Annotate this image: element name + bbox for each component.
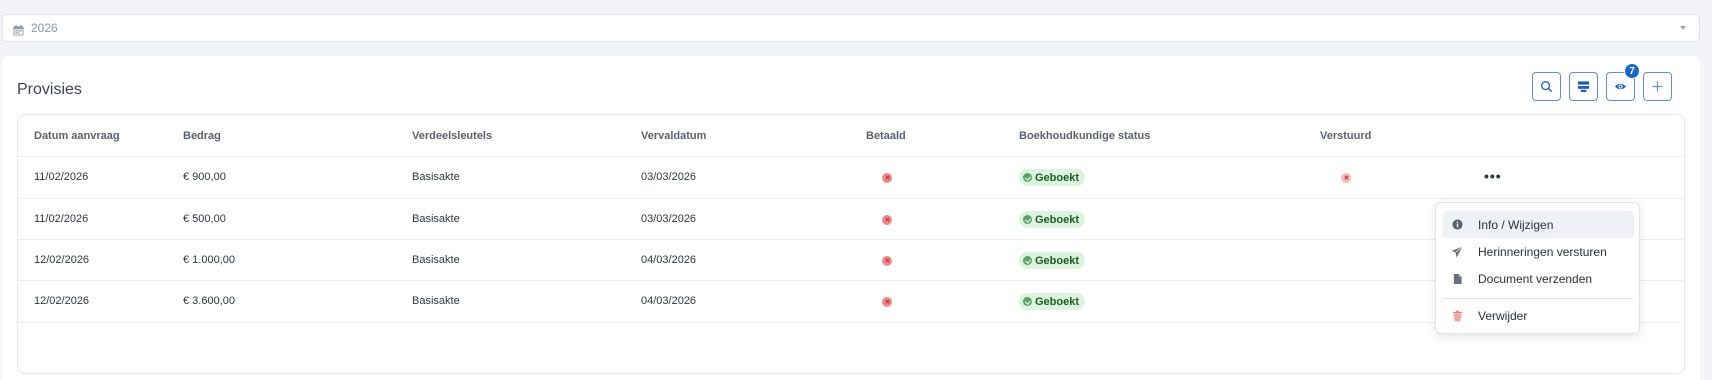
column-header-vervaldatum[interactable]: Vervaldatum bbox=[641, 130, 706, 142]
cell-verdeelsleutels: Basisakte bbox=[412, 213, 460, 225]
row-actions-button[interactable]: ••• bbox=[1484, 169, 1502, 183]
check-icon bbox=[1023, 256, 1032, 265]
column-header-betaald[interactable]: Betaald bbox=[866, 130, 906, 142]
columns-count-badge: 7 bbox=[1624, 63, 1640, 79]
cell-verdeelsleutels: Basisakte bbox=[412, 254, 460, 266]
table-row[interactable]: 11/02/2026 € 900,00 Basisakte 03/03/2026… bbox=[18, 156, 1684, 198]
plus-icon bbox=[1652, 81, 1663, 92]
send-icon bbox=[1451, 245, 1463, 258]
menu-item-info-edit[interactable]: Info / Wijzigen bbox=[1443, 211, 1634, 238]
document-icon bbox=[1451, 273, 1463, 285]
column-header-bedrag[interactable]: Bedrag bbox=[183, 130, 221, 142]
columns-visibility-button[interactable]: 7 bbox=[1606, 63, 1640, 101]
status-badge: Geboekt bbox=[1019, 211, 1086, 228]
unpaid-status-icon bbox=[882, 297, 892, 307]
menu-item-send-reminders[interactable]: Herinneringen versturen bbox=[1443, 238, 1634, 265]
cell-bedrag: € 500,00 bbox=[183, 213, 226, 225]
not-sent-status-icon bbox=[1341, 173, 1351, 183]
cell-vervaldatum: 03/03/2026 bbox=[641, 213, 697, 225]
menu-item-send-document[interactable]: Document verzenden bbox=[1443, 265, 1634, 292]
unpaid-status-icon bbox=[882, 256, 892, 266]
menu-item-delete[interactable]: Verwijder bbox=[1443, 302, 1634, 329]
column-header-datum[interactable]: Datum aanvraag bbox=[34, 130, 120, 142]
check-icon bbox=[1023, 173, 1032, 182]
year-select-value: 2026 bbox=[31, 21, 58, 35]
unpaid-status-icon bbox=[882, 173, 892, 183]
menu-divider bbox=[1443, 298, 1634, 299]
calendar-icon bbox=[13, 23, 24, 36]
info-icon bbox=[1451, 219, 1463, 231]
cell-verdeelsleutels: Basisakte bbox=[412, 295, 460, 307]
cell-datum: 12/02/2026 bbox=[34, 295, 90, 307]
add-button[interactable] bbox=[1643, 72, 1672, 101]
status-badge: Geboekt bbox=[1019, 293, 1086, 310]
layout-button[interactable] bbox=[1569, 72, 1598, 101]
toolbar: 7 bbox=[1532, 63, 1672, 101]
trash-icon bbox=[1451, 310, 1463, 322]
cell-vervaldatum: 03/03/2026 bbox=[641, 171, 697, 183]
check-icon bbox=[1023, 215, 1032, 224]
row-actions-menu: Info / Wijzigen Herinneringen versturen … bbox=[1435, 202, 1640, 334]
search-icon bbox=[1541, 81, 1553, 93]
column-header-verdeelsleutels[interactable]: Verdeelsleutels bbox=[412, 130, 492, 142]
status-badge: Geboekt bbox=[1019, 169, 1086, 186]
chevron-down-icon bbox=[1680, 26, 1686, 30]
year-select[interactable]: 2026 bbox=[2, 14, 1700, 42]
cell-vervaldatum: 04/03/2026 bbox=[641, 254, 697, 266]
cell-bedrag: € 3.600,00 bbox=[183, 295, 235, 307]
cell-datum: 11/02/2026 bbox=[34, 213, 89, 225]
eye-icon bbox=[1614, 83, 1627, 90]
cell-verdeelsleutels: Basisakte bbox=[412, 171, 460, 183]
search-button[interactable] bbox=[1532, 72, 1561, 101]
check-icon bbox=[1023, 297, 1032, 306]
cell-bedrag: € 1.000,00 bbox=[183, 254, 235, 266]
cell-datum: 11/02/2026 bbox=[34, 171, 89, 183]
cell-vervaldatum: 04/03/2026 bbox=[641, 295, 697, 307]
cell-bedrag: € 900,00 bbox=[183, 171, 226, 183]
status-badge: Geboekt bbox=[1019, 252, 1086, 269]
column-header-verstuurd[interactable]: Verstuurd bbox=[1320, 130, 1371, 142]
unpaid-status-icon bbox=[882, 215, 892, 225]
column-header-status[interactable]: Boekhoudkundige status bbox=[1019, 130, 1150, 142]
cell-datum: 12/02/2026 bbox=[34, 254, 90, 266]
table-layout-icon bbox=[1577, 81, 1590, 93]
page-title: Provisies bbox=[17, 81, 82, 98]
